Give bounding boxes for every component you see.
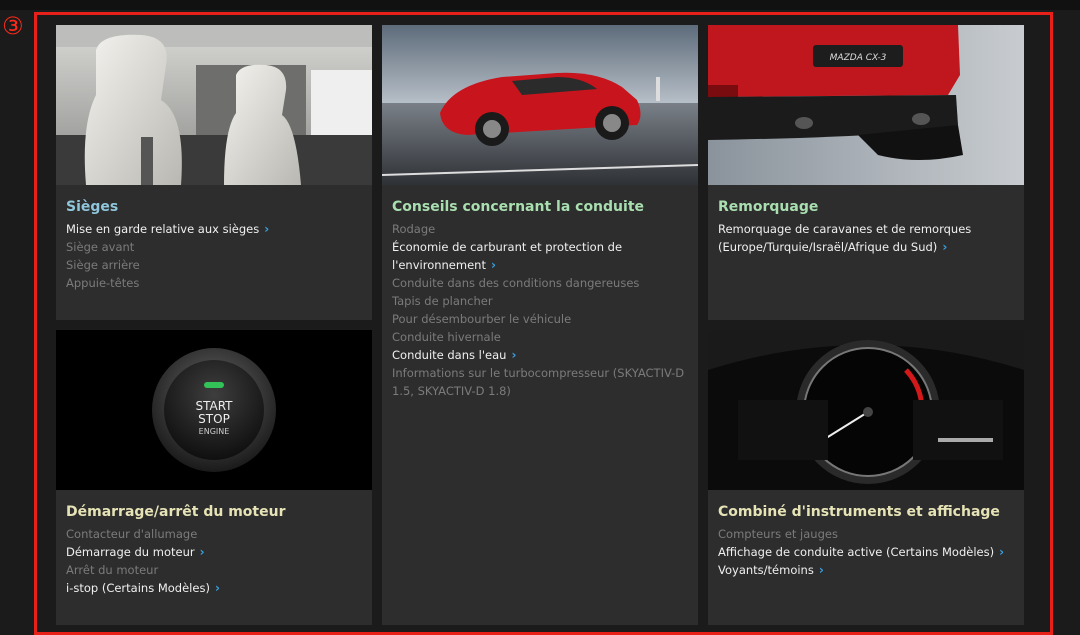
chevron-right-icon: › <box>490 258 496 272</box>
chevron-right-icon: › <box>214 581 220 595</box>
card-title[interactable]: Remorquage <box>718 197 1016 217</box>
seats-image[interactable] <box>56 25 372 185</box>
card-title[interactable]: Combiné d'instruments et affichage <box>718 502 1016 522</box>
start-label: START <box>195 399 233 413</box>
menu-item-label: Pour désembourber le véhicule <box>392 312 572 326</box>
menu-item[interactable]: Appuie-têtes <box>66 274 364 292</box>
cluster-links: Compteurs et jauges Affichage de conduite… <box>718 525 1016 579</box>
card-towing: MAZDA CX-3 Remorquage Remorquage de cara… <box>708 25 1024 320</box>
menu-item[interactable]: Pour désembourber le véhicule <box>392 310 690 328</box>
card-cluster: Combiné d'instruments et affichage Compt… <box>708 330 1024 625</box>
menu-item-label: Arrêt du moteur <box>66 563 159 577</box>
menu-item-label: Compteurs et jauges <box>718 527 838 541</box>
menu-item-label: Voyants/témoins <box>718 563 814 577</box>
chevron-right-icon: › <box>942 240 948 254</box>
menu-item-label: Rodage <box>392 222 436 236</box>
top-bar <box>0 0 1080 10</box>
menu-item-label: Remorquage de caravanes et de remorques … <box>718 222 972 254</box>
menu-item[interactable]: Affichage de conduite active (Certains M… <box>718 543 1016 561</box>
menu-item-label: Informations sur le turbocompresseur (SK… <box>392 366 685 398</box>
menu-item-label: Conduite dans l'eau <box>392 348 507 362</box>
menu-item[interactable]: Tapis de plancher <box>392 292 690 310</box>
menu-item-label: Siège avant <box>66 240 135 254</box>
menu-item[interactable]: Conduite hivernale <box>392 328 690 346</box>
card-driving: Conseils concernant la conduite Rodage Éc… <box>382 25 698 625</box>
chevron-right-icon: › <box>999 545 1005 559</box>
menu-item-label: Siège arrière <box>66 258 140 272</box>
menu-item[interactable]: Contacteur d'allumage <box>66 525 364 543</box>
seats-links: Mise en garde relative aux sièges › Siège … <box>66 220 364 292</box>
driving-links: Rodage Économie de carburant et protectio… <box>392 220 690 400</box>
menu-item-label: Conduite dans des conditions dangereuses <box>392 276 640 290</box>
menu-item-label: Économie de carburant et protection de l… <box>392 240 623 272</box>
menu-item[interactable]: Économie de carburant et protection de l… <box>392 238 690 274</box>
chevron-right-icon: › <box>199 545 205 559</box>
menu-item[interactable]: Compteurs et jauges <box>718 525 1016 543</box>
card-title[interactable]: Conseils concernant la conduite <box>392 197 690 217</box>
stop-label: STOP <box>198 412 230 426</box>
menu-item-label: Tapis de plancher <box>392 294 493 308</box>
driving-image[interactable] <box>382 25 698 185</box>
menu-item[interactable]: Conduite dans l'eau › <box>392 346 690 364</box>
menu-item[interactable]: Conduite dans des conditions dangereuses <box>392 274 690 292</box>
engine-image[interactable]: START STOP ENGINE <box>56 330 372 490</box>
chevron-right-icon: › <box>511 348 517 362</box>
menu-item[interactable]: Siège arrière <box>66 256 364 274</box>
menu-item[interactable]: Démarrage du moteur › <box>66 543 364 561</box>
card-engine: START STOP ENGINE Démarrage/arrêt du mot… <box>56 330 372 625</box>
towing-links: Remorquage de caravanes et de remorques … <box>718 220 1016 256</box>
engine-label: ENGINE <box>199 427 230 436</box>
card-title[interactable]: Sièges <box>66 197 364 217</box>
chevron-right-icon: › <box>264 222 270 236</box>
menu-item[interactable]: Rodage <box>392 220 690 238</box>
menu-item[interactable]: Siège avant <box>66 238 364 256</box>
menu-item[interactable]: Informations sur le turbocompresseur (SK… <box>392 364 690 400</box>
cluster-image[interactable] <box>708 330 1024 490</box>
menu-item-label: Affichage de conduite active (Certains M… <box>718 545 995 559</box>
menu-item-label: Mise en garde relative aux sièges <box>66 222 260 236</box>
card-seats: Sièges Mise en garde relative aux sièges… <box>56 25 372 320</box>
menu-item[interactable]: i-stop (Certains Modèles) › <box>66 579 364 597</box>
menu-item[interactable]: Remorquage de caravanes et de remorques … <box>718 220 1016 256</box>
car-badge: MAZDA CX-3 <box>830 53 887 63</box>
menu-item-label: Conduite hivernale <box>392 330 501 344</box>
step-marker: ③ <box>2 12 24 40</box>
menu-item[interactable]: Arrêt du moteur <box>66 561 364 579</box>
menu-item-label: Contacteur d'allumage <box>66 527 198 541</box>
towing-image[interactable]: MAZDA CX-3 <box>708 25 1024 185</box>
chevron-right-icon: › <box>818 563 824 577</box>
card-title[interactable]: Démarrage/arrêt du moteur <box>66 502 364 522</box>
menu-item[interactable]: Mise en garde relative aux sièges › <box>66 220 364 238</box>
menu-item[interactable]: Voyants/témoins › <box>718 561 1016 579</box>
menu-item-label: Appuie-têtes <box>66 276 140 290</box>
engine-links: Contacteur d'allumage Démarrage du moteur… <box>66 525 364 597</box>
menu-item-label: Démarrage du moteur <box>66 545 195 559</box>
menu-item-label: i-stop (Certains Modèles) <box>66 581 210 595</box>
